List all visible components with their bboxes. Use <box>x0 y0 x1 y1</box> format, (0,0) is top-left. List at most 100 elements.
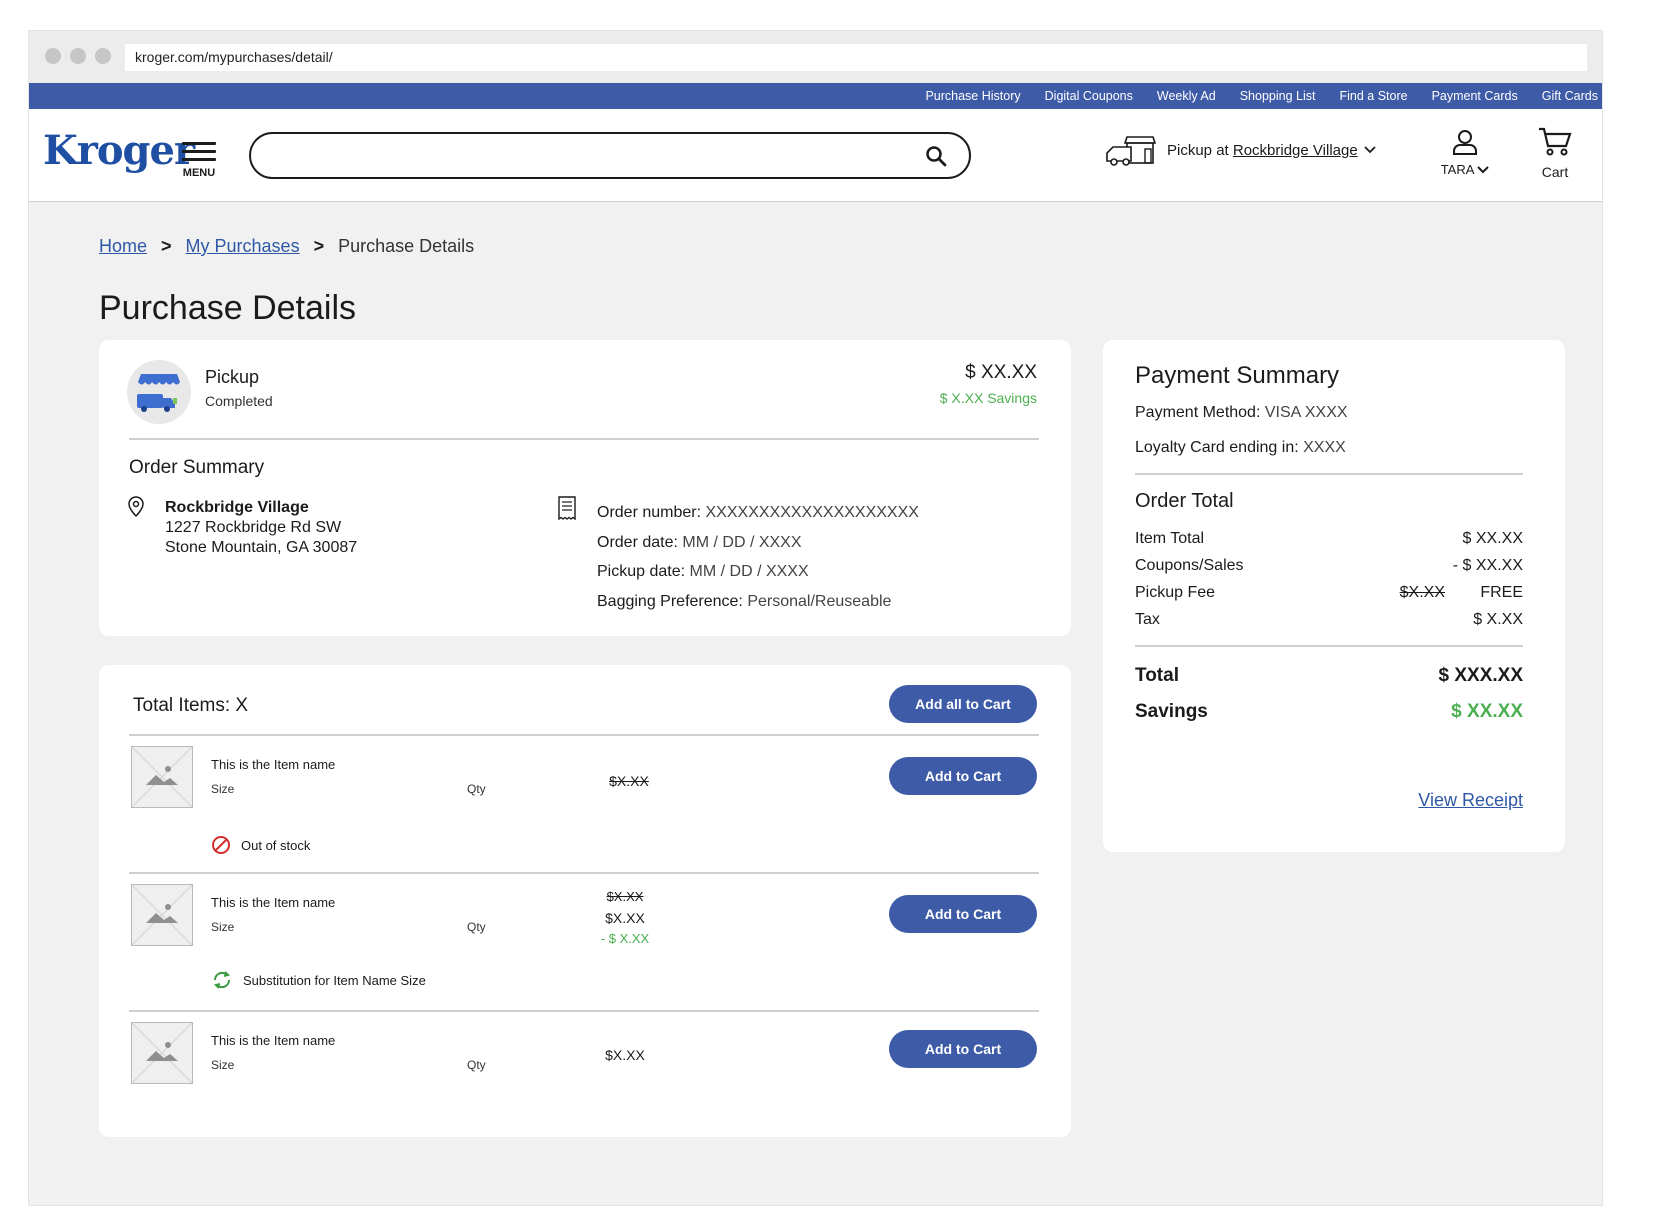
order-number: XXXXXXXXXXXXXXXXXXXX <box>705 504 919 521</box>
order-savings: $ X.XX Savings <box>939 390 1037 406</box>
out-of-stock-text: Out of stock <box>241 837 311 853</box>
add-all-to-cart-button[interactable]: Add all to Cart <box>889 685 1037 723</box>
nav-shopping-list[interactable]: Shopping List <box>1240 89 1316 103</box>
utility-nav: Purchase History Digital Coupons Weekly … <box>29 83 1602 109</box>
order-total-title: Order Total <box>1135 490 1234 512</box>
site-header: Kroger MENU Pickup at Rockbridge Village… <box>29 109 1602 202</box>
nav-purchase-history[interactable]: Purchase History <box>925 89 1020 103</box>
payment-method-label: Payment Method: <box>1135 404 1261 421</box>
substitution-text: Substitution for Item Name Size <box>243 972 426 988</box>
item-image-placeholder[interactable] <box>131 746 193 808</box>
cart-icon <box>1539 127 1572 156</box>
item-total-row: Item Total $ XX.XX <box>1135 530 1523 548</box>
item-price: $X.XX <box>605 910 645 926</box>
menu-label: MENU <box>182 167 216 179</box>
nav-gift-cards[interactable]: Gift Cards <box>1542 89 1598 103</box>
savings-label: Savings <box>1135 701 1208 722</box>
pickup-store-name[interactable]: Rockbridge Village <box>1233 142 1358 159</box>
chevron-down-icon[interactable] <box>1477 166 1490 174</box>
item-name[interactable]: This is the Item name <box>211 757 335 772</box>
total-items: Total Items: X <box>133 695 249 716</box>
divider <box>129 872 1039 874</box>
nav-payment-cards[interactable]: Payment Cards <box>1432 89 1518 103</box>
minimize-window-dot[interactable] <box>70 48 86 64</box>
total-label: Total <box>1135 665 1179 686</box>
order-date-label: Order date: <box>597 533 678 551</box>
item-discount: - $ X.XX <box>600 931 650 946</box>
chevron-right-icon: > <box>313 236 325 256</box>
breadcrumb-my-purchases[interactable]: My Purchases <box>186 236 300 257</box>
location-pin-icon <box>128 496 144 518</box>
breadcrumb-current: Purchase Details <box>338 236 475 256</box>
loyalty-card: Loyalty Card ending in: XXXX <box>1135 439 1346 457</box>
divider <box>129 438 1039 440</box>
hamburger-icon-bar <box>182 150 216 153</box>
pickup-store-icon <box>1106 136 1157 166</box>
breadcrumb-home[interactable]: Home <box>99 236 147 257</box>
item-name[interactable]: This is the Item name <box>211 1033 335 1048</box>
tax-value: $ X.XX <box>1473 611 1523 628</box>
order-card: Pickup Completed $ XX.XX $ X.XX Savings … <box>99 340 1071 636</box>
nav-find-a-store[interactable]: Find a Store <box>1339 89 1407 103</box>
unavailable-icon <box>212 836 230 854</box>
browser-chrome: kroger.com/mypurchases/detail/ <box>29 31 1602 83</box>
add-to-cart-button[interactable]: Add to Cart <box>889 1030 1037 1068</box>
chevron-down-icon[interactable] <box>1364 146 1376 154</box>
order-amount: $ XX.XX <box>965 362 1037 383</box>
item-total-label: Item Total <box>1135 530 1205 547</box>
view-receipt-link[interactable]: View Receipt <box>1418 790 1523 811</box>
pickup-status: Completed <box>205 393 273 409</box>
store-name: Rockbridge Village <box>165 499 309 516</box>
user-icon <box>1453 130 1477 155</box>
payment-summary-title: Payment Summary <box>1135 362 1340 389</box>
close-window-dot[interactable] <box>45 48 61 64</box>
loyalty-value: XXXX <box>1303 439 1346 456</box>
out-of-stock-notice: Out of stock <box>211 835 310 855</box>
nav-digital-coupons[interactable]: Digital Coupons <box>1045 89 1133 103</box>
item-size: Size <box>211 1058 235 1072</box>
menu-button[interactable]: MENU <box>179 137 219 179</box>
address-bar[interactable]: kroger.com/mypurchases/detail/ <box>125 44 1587 71</box>
item-qty: Qty <box>467 1058 486 1072</box>
loyalty-label: Loyalty Card ending in: <box>1135 439 1299 456</box>
nav-weekly-ad[interactable]: Weekly Ad <box>1157 89 1216 103</box>
divider <box>1135 473 1523 475</box>
item-image-placeholder[interactable] <box>131 1022 193 1084</box>
cart-button[interactable]: Cart <box>1525 127 1585 180</box>
order-date: MM / DD / XXXX <box>682 533 802 551</box>
receipt-icon <box>558 496 576 520</box>
cart-label: Cart <box>1541 164 1569 180</box>
pickup-date: MM / DD / XXXX <box>689 563 809 580</box>
substitution-notice: Substitution for Item Name Size <box>211 970 426 990</box>
search-input[interactable] <box>271 144 871 168</box>
savings-row: Savings $ XX.XX <box>1135 701 1523 723</box>
divider <box>129 734 1039 736</box>
page-title: Purchase Details <box>99 289 357 327</box>
pickup-title: Pickup <box>205 367 260 387</box>
add-to-cart-button[interactable]: Add to Cart <box>889 757 1037 795</box>
order-number-label: Order number: <box>597 504 702 521</box>
pickup-fee-row: Pickup Fee $X.XX FREE <box>1135 584 1523 602</box>
chevron-right-icon: > <box>161 236 172 256</box>
store-address: Rockbridge Village 1227 Rockbridge Rd SW… <box>165 498 357 558</box>
item-size: Size <box>211 782 235 796</box>
pickup-truck-icon <box>127 360 191 424</box>
pickup-fee-value: FREE <box>1480 584 1523 601</box>
items-card: Total Items: X Add all to Cart This is t… <box>99 665 1071 1137</box>
search-icon[interactable] <box>925 145 947 167</box>
item-name[interactable]: This is the Item name <box>211 895 335 910</box>
account-button[interactable]: TARA <box>1435 129 1495 177</box>
item-image-placeholder[interactable] <box>131 884 193 946</box>
coupons-value: - $ XX.XX <box>1452 557 1523 574</box>
maximize-window-dot[interactable] <box>95 48 111 64</box>
substitution-icon <box>213 971 231 989</box>
savings-value: $ XX.XX <box>1451 701 1523 722</box>
add-to-cart-button[interactable]: Add to Cart <box>889 895 1037 933</box>
total-row: Total $ XXX.XX <box>1135 665 1523 687</box>
bagging-label: Bagging Preference: <box>597 592 743 610</box>
coupons-row: Coupons/Sales - $ XX.XX <box>1135 557 1523 575</box>
kroger-logo[interactable]: Kroger <box>43 127 195 174</box>
pickup-store-selector[interactable]: Pickup at Rockbridge Village <box>1105 133 1376 167</box>
search-bar[interactable] <box>249 132 971 179</box>
coupons-label: Coupons/Sales <box>1135 557 1244 574</box>
